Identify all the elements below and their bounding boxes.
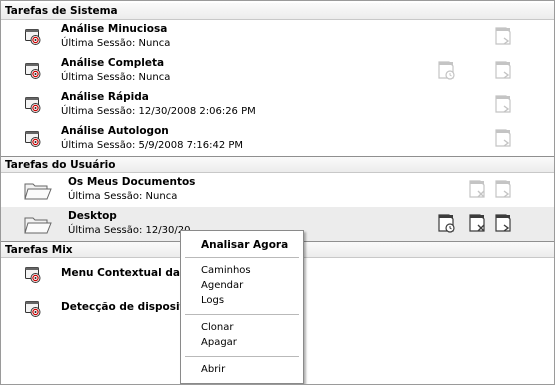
context-menu: Analisar Agora Caminhos Agendar Logs Clo…	[180, 230, 304, 384]
folder-icon	[23, 213, 53, 237]
scanner-task-icon	[24, 96, 42, 114]
task-last-session: Última Sessão: Nunca	[61, 38, 171, 49]
menu-item-clone[interactable]: Clonar	[201, 322, 233, 333]
menu-item-schedule[interactable]: Agendar	[201, 280, 243, 291]
task-row[interactable]: Os Meus Documentos Última Sessão: Nunca	[1, 173, 554, 207]
delete-task-icon[interactable]	[466, 179, 488, 201]
task-row[interactable]: Análise Completa Última Sessão: Nunca	[1, 54, 554, 88]
scanner-task-icon	[24, 300, 42, 318]
run-task-icon[interactable]	[492, 94, 514, 116]
section-system-tasks[interactable]: Tarefas de Sistema	[1, 3, 554, 20]
task-name: Análise Rápida	[61, 91, 149, 103]
task-name: Menu Contextual da A	[61, 267, 192, 279]
scanner-task-icon	[24, 28, 42, 46]
scanner-task-icon	[24, 266, 42, 284]
menu-item-logs[interactable]: Logs	[201, 295, 224, 306]
run-task-icon[interactable]	[492, 60, 514, 82]
scanner-task-icon	[24, 130, 42, 148]
section-user-tasks[interactable]: Tarefas do Usuário	[1, 156, 554, 173]
task-name: Análise Completa	[61, 57, 165, 69]
task-last-session: Última Sessão: 5/9/2008 7:16:42 PM	[61, 140, 244, 151]
menu-separator	[185, 257, 299, 258]
menu-item-paths[interactable]: Caminhos	[201, 265, 251, 276]
task-row[interactable]: Análise Rápida Última Sessão: 12/30/2008…	[1, 88, 554, 122]
task-name: Os Meus Documentos	[68, 176, 196, 188]
task-last-session: Última Sessão: 12/30/20	[68, 225, 191, 236]
task-last-session: Última Sessão: 12/30/2008 2:06:26 PM	[61, 106, 256, 117]
task-last-session: Última Sessão: Nunca	[61, 72, 171, 83]
run-task-icon[interactable]	[492, 213, 514, 235]
run-task-icon[interactable]	[492, 179, 514, 201]
menu-separator	[185, 314, 299, 315]
delete-task-icon[interactable]	[466, 213, 488, 235]
scanner-task-icon	[24, 62, 42, 80]
run-task-icon[interactable]	[492, 128, 514, 150]
menu-item-open[interactable]: Abrir	[201, 364, 225, 375]
menu-separator	[185, 356, 299, 357]
task-name: Desktop	[68, 210, 117, 222]
task-last-session: Última Sessão: Nunca	[68, 191, 178, 202]
schedule-icon[interactable]	[435, 213, 457, 235]
run-task-icon[interactable]	[492, 26, 514, 48]
task-name: Detecção de dispositiv	[61, 301, 196, 313]
folder-icon	[23, 179, 53, 203]
task-name: Análise Autologon	[61, 125, 169, 137]
task-row[interactable]: Análise Minuciosa Última Sessão: Nunca	[1, 20, 554, 54]
task-name: Análise Minuciosa	[61, 23, 168, 35]
schedule-icon[interactable]	[435, 60, 457, 82]
menu-item-scan-now[interactable]: Analisar Agora	[201, 239, 288, 251]
task-row[interactable]: Análise Autologon Última Sessão: 5/9/200…	[1, 122, 554, 156]
menu-item-delete[interactable]: Apagar	[201, 337, 237, 348]
task-panel: Tarefas de Sistema Análise Minuciosa Últ…	[0, 0, 555, 385]
